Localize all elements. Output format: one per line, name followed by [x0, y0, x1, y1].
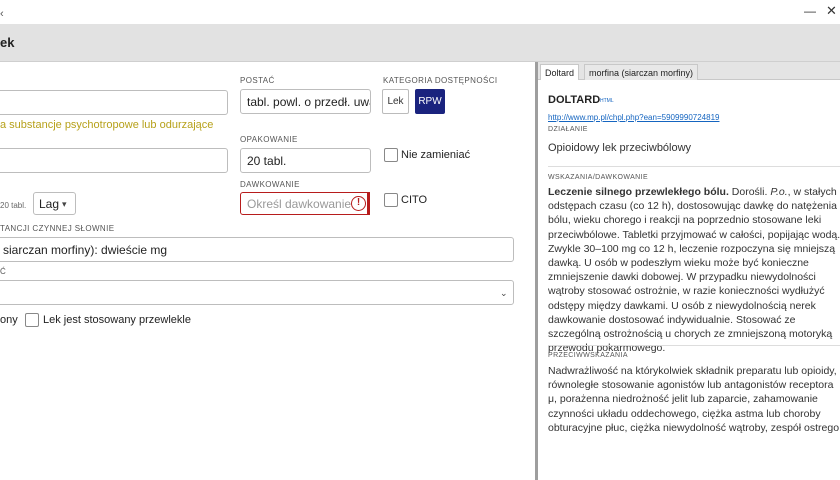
- wskazania-label: WSKAZANIA/DAWKOWANIE: [548, 174, 649, 181]
- quantity-input[interactable]: [0, 148, 228, 173]
- chpl-link[interactable]: http://www.mp.pl/chpl.php?ean=5909990724…: [548, 113, 719, 122]
- html-badge[interactable]: HTML: [600, 98, 614, 104]
- psychotropic-warning: a substancje psychotropowe lub odurzając…: [0, 119, 214, 131]
- chevron-down-icon: ▾: [62, 199, 67, 209]
- wskazania-po: P.o.: [770, 186, 788, 198]
- przewlekle-checkbox[interactable]: [25, 313, 39, 327]
- cito-label: CITO: [401, 194, 428, 206]
- cito-checkbox[interactable]: [384, 193, 398, 207]
- opakowanie-label: OPAKOWANIE: [240, 135, 298, 144]
- section-divider: [548, 345, 840, 346]
- nie-zamieniac-checkbox[interactable]: [384, 148, 398, 162]
- wskazania-text: Leczenie silnego przewlekłego bólu. Doro…: [548, 185, 840, 361]
- opakowanie-input[interactable]: 20 tabl.: [240, 148, 371, 173]
- przeciwwskazania-text: Nadwrażliwość na którykolwiek składnik p…: [548, 365, 840, 434]
- unit-select-value: Lag: [39, 197, 60, 211]
- dzialanie-label: DZIAŁANIE: [548, 126, 588, 133]
- chevron-down-icon: ⌄: [500, 288, 508, 298]
- przewlekle-label: Lek jest stosowany przewlekle: [43, 314, 191, 326]
- window-topbar: ‹ — ✕: [0, 0, 840, 24]
- unit-select[interactable]: Lag: [33, 192, 76, 215]
- drug-info-tabs: Doltard morfina (siarczan morfiny): [538, 62, 840, 80]
- error-indicator-bar: [367, 192, 370, 215]
- drug-info-panel: Doltard morfina (siarczan morfiny) DOLTA…: [538, 62, 840, 480]
- section-divider: [548, 166, 840, 167]
- drug-name-input[interactable]: [0, 90, 228, 115]
- substancja-input[interactable]: siarczan morfiny): dwieście mg: [0, 237, 514, 262]
- minimize-icon[interactable]: —: [804, 4, 816, 18]
- left-checkbox-label: ony: [0, 314, 18, 326]
- nie-zamieniac-label: Nie zamieniać: [401, 149, 471, 161]
- field-c-label: Ć: [0, 267, 7, 276]
- drug-name-heading: DOLTARD: [548, 94, 601, 106]
- pack-size-text: 20 tabl.: [0, 201, 27, 210]
- kategoria-rpw-button[interactable]: RPW: [415, 89, 445, 114]
- form-header: ek: [0, 24, 840, 62]
- tab-morfina[interactable]: morfina (siarczan morfiny): [584, 64, 699, 80]
- wskazania-rest: , w stałych odstępach czasu (co 12 h), d…: [548, 186, 840, 355]
- postac-input[interactable]: tabl. powl. o przedł. uwaln: [240, 89, 371, 114]
- postac-label: POSTAĆ: [240, 76, 275, 85]
- substancja-label: TANCJI CZYNNEJ SŁOWNIE: [0, 224, 115, 233]
- tab-doltard[interactable]: Doltard: [540, 64, 580, 80]
- wskazania-heading: Leczenie silnego przewlekłego bólu.: [548, 186, 729, 198]
- wskazania-adults: Dorośli.: [731, 186, 768, 198]
- window-menu-icon[interactable]: ‹: [0, 8, 4, 20]
- dawkowanie-label: DAWKOWANIE: [240, 180, 300, 189]
- dzialanie-text: Opioidowy lek przeciwbólowy: [548, 142, 692, 154]
- kategoria-label: KATEGORIA DOSTĘPNOŚCI: [383, 76, 498, 85]
- kategoria-lek-button[interactable]: Lek: [382, 89, 409, 114]
- field-c-select[interactable]: [0, 280, 514, 305]
- close-icon[interactable]: ✕: [826, 3, 837, 19]
- przeciwwskazania-label: PRZECIWWSKAZANIA: [548, 352, 628, 359]
- error-icon: !: [351, 196, 366, 211]
- form-title: ek: [0, 35, 15, 50]
